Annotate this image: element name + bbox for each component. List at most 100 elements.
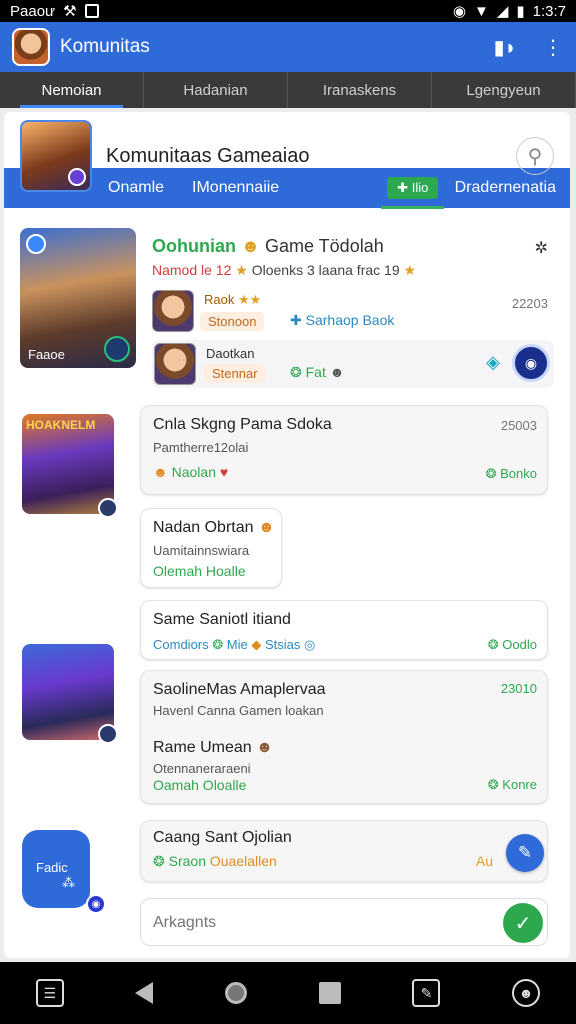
- share-icon[interactable]: ◈: [486, 352, 500, 373]
- message-line: Olemah Hoalle: [153, 563, 246, 579]
- tab-bar: Nemoian Hadanian Iranaskens Lgengyeun: [0, 72, 576, 108]
- diamond-icon: ◆: [251, 637, 262, 652]
- message-action[interactable]: ❂ Oodlo: [488, 637, 537, 653]
- thumb-label: Faaoe: [28, 347, 65, 362]
- message-title: Nadan Obrtan ☻: [153, 519, 275, 537]
- back-icon[interactable]: [135, 982, 154, 1004]
- post-thumbnail[interactable]: Faaoe: [20, 228, 136, 368]
- battery-icon: ▮: [516, 3, 525, 20]
- message-line-blue: Comdiors: [153, 637, 209, 652]
- more-vert-icon[interactable]: ⋮: [542, 36, 564, 59]
- send-button[interactable]: ✓: [503, 903, 543, 943]
- smile-icon: ☻: [257, 519, 275, 536]
- community-avatar[interactable]: [20, 120, 92, 192]
- message-action-text: Oodlo: [502, 637, 537, 652]
- badge-icon: ◉: [86, 894, 106, 914]
- reply-chip: Stonoon: [200, 312, 265, 331]
- community-card: Onamle IMonennaiie ✚ Ilio Dradernenatia …: [4, 112, 570, 958]
- message-action-text: Konre: [502, 777, 537, 792]
- app-avatar[interactable]: [12, 28, 50, 66]
- message-line-text: Sraon: [168, 853, 206, 869]
- chat-icon[interactable]: ☻: [512, 979, 541, 1007]
- crown-icon: [104, 336, 130, 362]
- message-subtitle: Uamitainnswiara: [153, 543, 250, 558]
- tab-0[interactable]: Nemoian: [0, 72, 144, 108]
- message-line: ❂ Sraon Ouaelallen: [153, 853, 277, 870]
- search-icon[interactable]: ⚲: [516, 137, 554, 175]
- menu-icon[interactable]: ☰: [35, 979, 64, 1007]
- post-reply-2[interactable]: Daotkan Stennar ❂ Fat ☻ ◈ ◉: [152, 340, 554, 388]
- avatar[interactable]: [152, 290, 194, 332]
- post-subtitle: Namod le 12 ★ Oloenks 3 laana frac 19 ★: [152, 262, 416, 279]
- post-sub-red: Namod le 12: [152, 262, 232, 278]
- reply-link[interactable]: ✚ Sarhaop Baok: [290, 312, 394, 329]
- recents-icon[interactable]: [318, 982, 341, 1004]
- emoji-icon: ☻: [256, 739, 273, 756]
- message-input[interactable]: [153, 911, 473, 935]
- game-thumbnail-3[interactable]: [22, 644, 118, 744]
- emoji-icon: ☻: [329, 364, 345, 380]
- group-avatar-label: Fadic: [36, 860, 68, 875]
- avatar-badge: [68, 168, 86, 186]
- reply-name: Raok ★★: [204, 292, 261, 308]
- tab-2[interactable]: Iranaskens: [288, 72, 432, 108]
- stars-icon: ★★: [237, 292, 262, 307]
- message-title-text: Nadan Obrtan: [153, 519, 254, 536]
- tab-1[interactable]: Hadanian: [144, 72, 288, 108]
- message-line-mid: Mie: [226, 637, 248, 652]
- location-icon: ◉: [452, 3, 466, 20]
- message-title-2: Rame Umean ☻: [153, 739, 273, 757]
- post-item[interactable]: Faaoe Oohunian ☻ Game Tödolah ✲ Namod le…: [20, 228, 554, 392]
- message-title: SaolineMas Amaplervaa: [153, 681, 326, 698]
- message-title-2-text: Rame Umean: [153, 739, 252, 756]
- thumb-badge-icon: [98, 724, 118, 744]
- star-icon-2: ★: [403, 262, 417, 278]
- signal-icon: ◢: [496, 3, 509, 20]
- message-action[interactable]: ❂ Bonko: [486, 466, 537, 482]
- message-time: 25003: [500, 418, 537, 433]
- compose-button[interactable]: ✎: [506, 834, 544, 872]
- status-bar: Paaoư ⚒ ◉ ▼ ◢ ▮ 1:3:7: [0, 0, 576, 22]
- eye-button[interactable]: ◉: [512, 344, 550, 382]
- thumb-badge-icon: [98, 498, 118, 518]
- settings-icon[interactable]: ✲: [535, 238, 548, 258]
- reply-time: 22203: [511, 296, 548, 311]
- profile-icon[interactable]: ▮◗: [493, 36, 516, 59]
- message-bubble[interactable]: SaolineMas Amaplervaa 23010 Havenl Canna…: [140, 670, 548, 804]
- post-title: Oohunian ☻ Game Tödolah: [152, 236, 384, 257]
- system-nav-bar: ☰ ✎ ☻: [0, 962, 576, 1024]
- game-thumbnail-2[interactable]: HOAKNELM: [22, 414, 118, 518]
- reply-chip: Stennar: [204, 364, 266, 383]
- leaf-icon: ❂: [290, 364, 302, 380]
- group-avatar[interactable]: Fadic ⁂ ◉: [22, 830, 106, 914]
- reply-name-text: Raok: [204, 292, 235, 307]
- message-title: Cnla Skgng Pama Sdoka: [153, 416, 332, 433]
- message-bubble[interactable]: Cnla Skgng Pama Sdoka Pamtherre12olai ☻ …: [140, 405, 548, 495]
- community-title: Komunitaas Gameaiao: [106, 144, 310, 167]
- tab-3[interactable]: Lgengyeun: [432, 72, 576, 108]
- badge-icon: ◎: [304, 637, 316, 652]
- reply-green-text: Fat: [305, 364, 326, 380]
- message-action[interactable]: Au: [476, 853, 493, 869]
- reply-link-text: Sarhaop Baok: [305, 312, 395, 328]
- post-reply-1[interactable]: Raok ★★ Stonoon ✚ Sarhaop Baok 22203: [152, 290, 554, 334]
- leaf-icon: ❂: [153, 853, 165, 869]
- star-icon: ★: [235, 262, 248, 278]
- message-bubble[interactable]: Same Saniotl itiand Comdiors ❂ Mie ◆ Sts…: [140, 600, 548, 660]
- message-subtitle: Pamtherre12olai: [153, 440, 249, 455]
- leaf-icon: ❂: [487, 637, 499, 652]
- group-icon: ⁂: [62, 875, 75, 890]
- message-title: Caang Sant Ojolian: [153, 829, 292, 846]
- app-bar: Komunitas ▮◗ ⋮: [0, 22, 576, 72]
- message-title: Same Saniotl itiand: [153, 611, 291, 628]
- message-bubble[interactable]: Caang Sant Ojolian ❂ Sraon Ouaelallen Au: [140, 820, 548, 882]
- thumb-badge-icon: [26, 234, 46, 254]
- message-action[interactable]: ❂ Konre: [488, 777, 537, 793]
- home-icon[interactable]: [225, 982, 248, 1004]
- avatar[interactable]: [154, 343, 196, 385]
- message-bubble[interactable]: Nadan Obrtan ☻ Uamitainnswiara Olemah Ho…: [140, 508, 282, 588]
- message-line-end: Stsias: [264, 637, 301, 652]
- heart-icon: ♥: [219, 464, 229, 480]
- gallery-icon[interactable]: ✎: [412, 979, 441, 1007]
- message-composer: ✓: [140, 898, 548, 946]
